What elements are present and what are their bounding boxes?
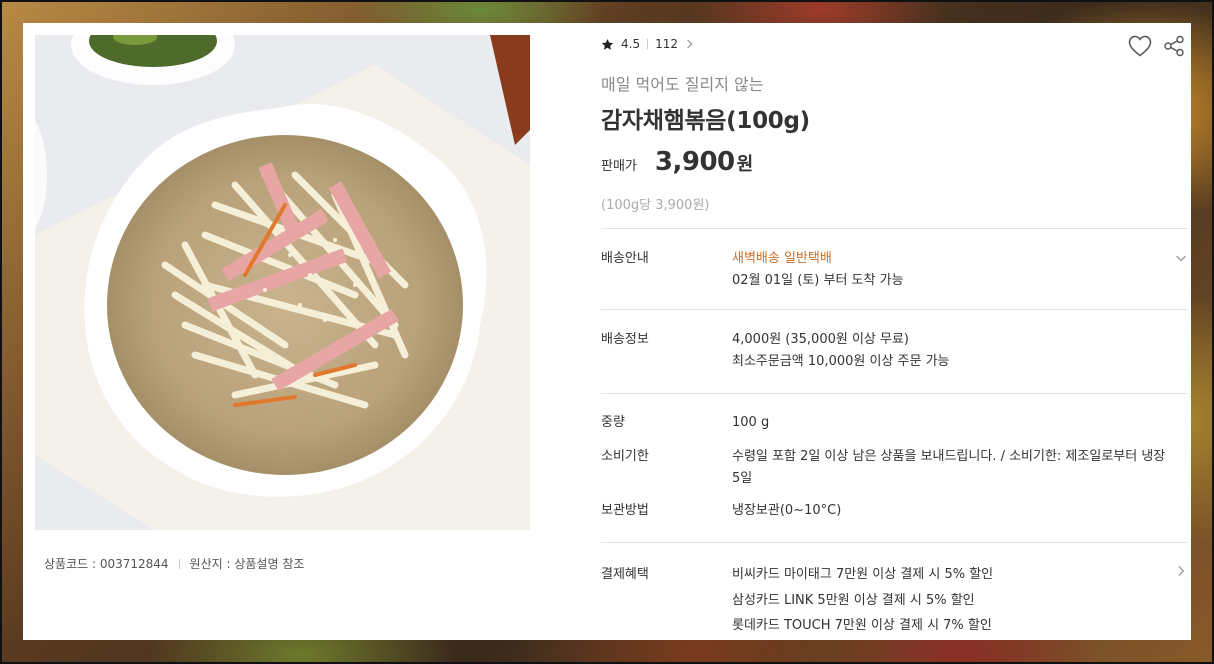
benefit-item: 비씨카드 마이태그 7만원 이상 결제 시 5% 할인 (732, 567, 994, 582)
delivery-info-label: 배송정보 (601, 332, 649, 347)
delivery-info-content: 4,000원 (35,000원 이상 무료) 최소주문금액 10,000원 이상… (732, 329, 1173, 373)
chevron-down-icon[interactable] (1175, 252, 1187, 264)
unit-price: (100g당 3,900원) (601, 198, 710, 213)
delivery-guide-label: 배송안내 (601, 251, 649, 266)
benefit-item: 롯데카드 TOUCH 7만원 이상 결제 시 7% 할인 (732, 618, 992, 633)
minimum-order: 최소주문금액 10,000원 이상 주문 가능 (732, 354, 950, 369)
delivery-info-row: 배송정보 4,000원 (35,000원 이상 무료) 최소주문금액 10,00… (601, 329, 1187, 377)
wishlist-button[interactable] (1127, 33, 1153, 59)
delivery-guide-row[interactable]: 배송안내 새벽배송 일반택배 02월 01일 (토) 부터 도착 가능 (601, 248, 1187, 296)
storage-row: 보관방법 냉장보관(0~10°C) (601, 500, 1187, 522)
chevron-right-icon[interactable] (1175, 565, 1187, 577)
delivery-arrival: 02월 01일 (토) 부터 도착 가능 (732, 273, 904, 288)
payment-benefits-row[interactable]: 결제혜택 비씨카드 마이태그 7만원 이상 결제 시 5% 할인 삼성카드 LI… (601, 562, 1187, 640)
action-icons (1127, 33, 1187, 59)
payment-benefits-list: 비씨카드 마이태그 7만원 이상 결제 시 5% 할인 삼성카드 LINK 5만… (732, 562, 1173, 639)
meta-divider (178, 558, 180, 569)
storage-label: 보관방법 (601, 503, 649, 518)
benefit-item: 삼성카드 LINK 5만원 이상 결제 시 5% 할인 (732, 592, 975, 608)
weight-row: 중량 100 g (601, 412, 1187, 434)
product-meta: 상품코드 : 003712844 원산지 : 상품설명 참조 (44, 555, 304, 572)
payment-benefits-label: 결제혜택 (601, 567, 649, 582)
chevron-right-icon (687, 39, 693, 49)
weight-value: 100 g (732, 415, 770, 430)
rating-value: 4.5 (621, 37, 641, 51)
expiry-value: 수령일 포함 2일 이상 남은 상품을 보내드립니다. / 소비기한: 제조일로… (732, 449, 1166, 486)
star-icon (601, 38, 614, 50)
product-subtitle: 매일 먹어도 질리지 않는 (601, 75, 764, 94)
product-info: 4.5 112 매일 먹어도 질리지 않는 감자채햄볶음(100g) 판매가 3… (601, 23, 1187, 640)
delivery-guide-content: 새벽배송 일반택배 02월 01일 (토) 부터 도착 가능 (732, 248, 1173, 292)
share-button[interactable] (1161, 33, 1187, 59)
expiry-label: 소비기한 (601, 449, 649, 464)
weight-label: 중량 (601, 415, 625, 430)
delivery-methods: 새벽배송 일반택배 (732, 251, 832, 266)
share-icon (1164, 35, 1184, 57)
rating-link[interactable]: 4.5 112 (601, 37, 694, 51)
rating-divider (647, 39, 649, 49)
price-unit: 원 (736, 154, 754, 175)
product-code: 상품코드 : 003712844 (44, 557, 169, 571)
product-title: 감자채햄볶음(100g) (601, 108, 810, 134)
price-value: 3,900 (654, 147, 735, 177)
price-row: 판매가 3,900 원 (601, 147, 753, 177)
divider (601, 228, 1187, 229)
product-image (35, 35, 530, 530)
storage-value: 냉장보관(0~10°C) (732, 503, 842, 518)
divider (601, 542, 1187, 543)
product-card: 상품코드 : 003712844 원산지 : 상품설명 참조 4.5 112 매… (23, 23, 1191, 640)
delivery-fee: 4,000원 (35,000원 이상 무료) (732, 332, 910, 347)
heart-icon (1128, 35, 1152, 57)
price-label: 판매가 (601, 159, 637, 174)
divider (601, 393, 1187, 394)
expiry-row: 소비기한 수령일 포함 2일 이상 남은 상품을 보내드립니다. / 소비기한:… (601, 446, 1187, 490)
product-origin: 원산지 : 상품설명 참조 (189, 557, 305, 571)
divider (601, 309, 1187, 310)
review-count: 112 (655, 37, 678, 51)
